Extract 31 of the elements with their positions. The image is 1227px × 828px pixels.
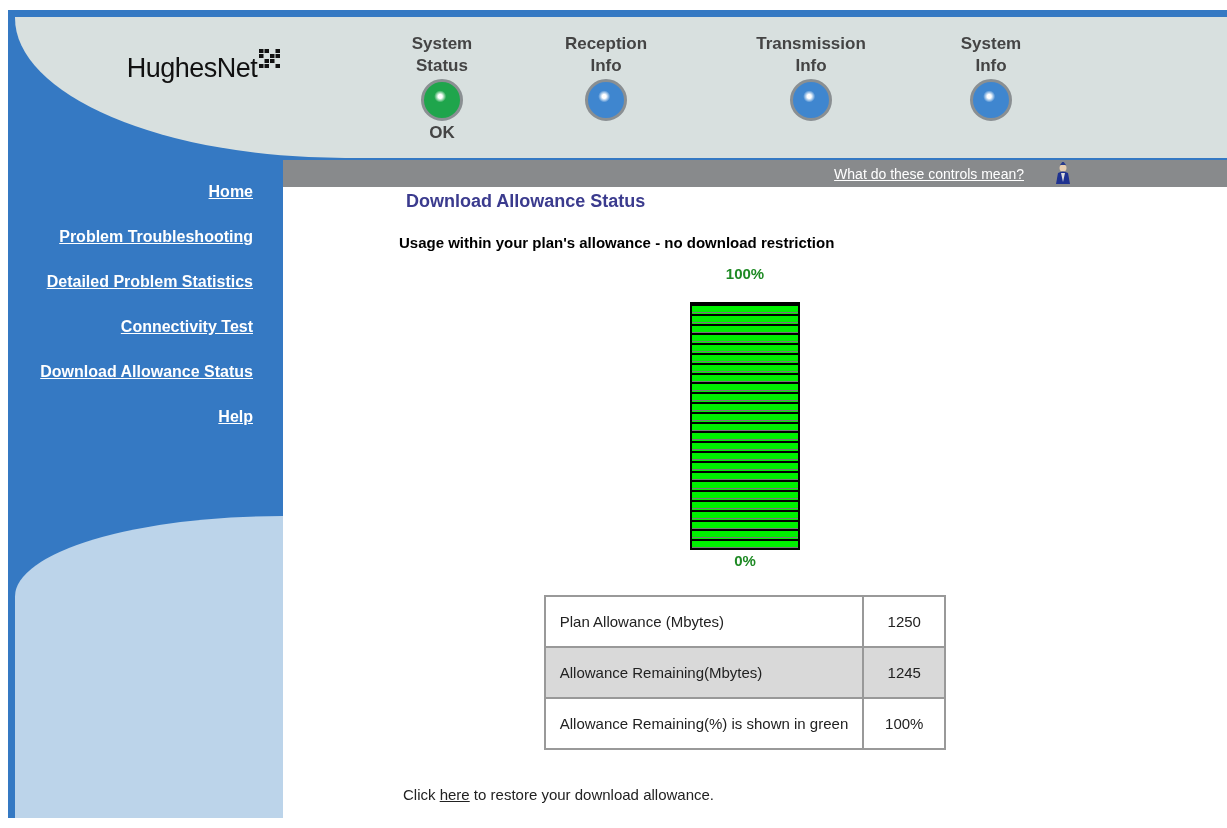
sidebar-link[interactable]: Home xyxy=(208,182,253,202)
indicator-label: Reception Info xyxy=(564,33,648,77)
status-light[interactable] xyxy=(421,79,463,121)
page-title: Download Allowance Status xyxy=(405,190,647,212)
controls-info-link[interactable]: What do these controls mean? xyxy=(834,165,1024,182)
sidebar-link[interactable]: Help xyxy=(218,407,253,427)
here-link[interactable]: here xyxy=(439,786,470,803)
sidebar-link[interactable]: Download Allowance Status xyxy=(40,362,253,382)
status-light[interactable] xyxy=(790,79,832,121)
table-cell: Allowance Remaining(%) is shown in green xyxy=(544,698,864,749)
status-light[interactable] xyxy=(970,79,1012,121)
status-light[interactable] xyxy=(585,79,627,121)
table-cell: Allowance Remaining(Mbytes) xyxy=(544,647,864,698)
sidebar-link[interactable]: Connectivity Test xyxy=(120,317,253,337)
table-cell: Plan Allowance (Mbytes) xyxy=(544,596,864,647)
sidebar-link[interactable]: Detailed Problem Statistics xyxy=(46,272,253,292)
person-icon xyxy=(1054,161,1072,186)
indicator-label: System Info xyxy=(960,33,1022,77)
status-message: Usage within your plan's allowance - no download restriction xyxy=(399,234,836,251)
restore-text: Click here to restore your download allowance. xyxy=(403,786,715,803)
logo-grid-icon xyxy=(259,49,282,69)
table-cell: 1250 xyxy=(863,596,946,647)
indicator-label: System Status xyxy=(411,33,473,77)
meter-max-label: 100% xyxy=(725,265,765,282)
sidebar-link[interactable]: Problem Troubleshooting xyxy=(59,227,253,247)
table-cell: 100% xyxy=(863,698,946,749)
table-cell: 1245 xyxy=(863,647,946,698)
status-text: OK xyxy=(429,123,455,143)
logo: HughesNet xyxy=(126,53,282,84)
indicator-label: Transmission Info xyxy=(756,33,866,77)
meter-min-label: 0% xyxy=(734,552,756,569)
